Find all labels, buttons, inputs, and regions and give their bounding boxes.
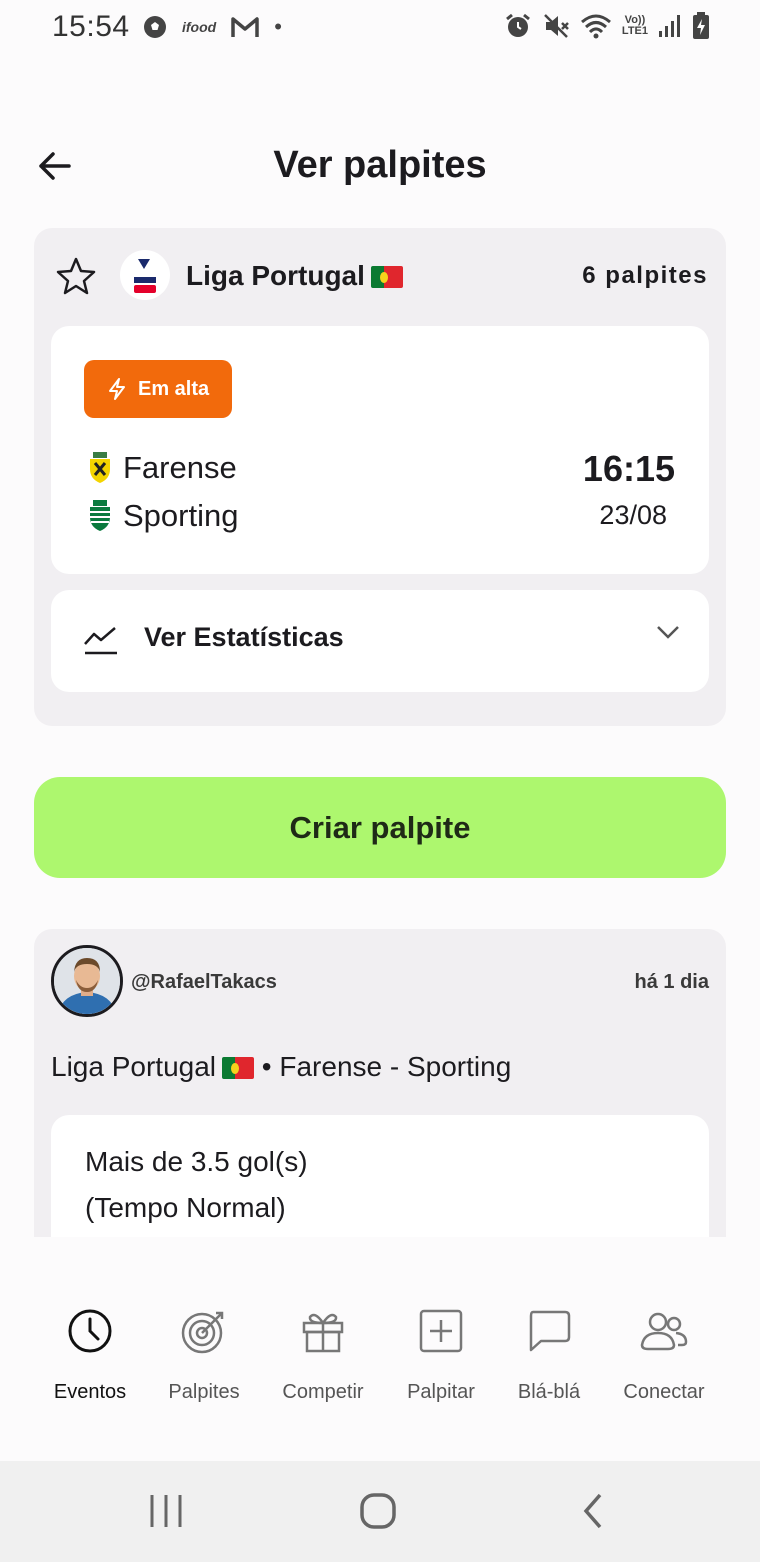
tip-card[interactable]: @RafaelTakacs há 1 dia Liga Portugal • F… bbox=[34, 929, 726, 1237]
users-icon bbox=[640, 1312, 688, 1351]
portugal-flag-icon bbox=[222, 1057, 254, 1079]
event-card: Liga Portugal 6 palpites Em alta Farense… bbox=[34, 228, 726, 726]
team-away-name: Sporting bbox=[123, 498, 239, 533]
nav-label: Competir bbox=[282, 1381, 364, 1403]
chat-bubble-icon bbox=[529, 1310, 571, 1352]
tip-match: Liga Portugal • Farense - Sporting bbox=[51, 1051, 511, 1083]
avatar[interactable] bbox=[51, 945, 123, 1017]
team-home: Farense bbox=[87, 450, 237, 486]
lightning-icon bbox=[109, 378, 125, 400]
stats-expander[interactable]: Ver Estatísticas bbox=[51, 590, 709, 692]
league-name: Liga Portugal bbox=[186, 260, 403, 292]
wifi-icon bbox=[580, 13, 612, 39]
match-date: 23/08 bbox=[599, 500, 667, 530]
match-card[interactable]: Em alta Farense Sporting 16:15 23/08 bbox=[51, 326, 709, 574]
badge-label: Em alta bbox=[138, 377, 210, 400]
page-title: Ver palpites bbox=[273, 144, 487, 186]
team-away: Sporting bbox=[87, 498, 238, 534]
tip-market-line2: (Tempo Normal) bbox=[85, 1192, 286, 1223]
plus-square-icon bbox=[419, 1309, 463, 1353]
farense-crest-icon bbox=[90, 452, 110, 483]
tip-time-ago: há 1 dia bbox=[634, 971, 709, 993]
top-app-bar: Ver palpites bbox=[0, 120, 760, 210]
recent-apps-icon[interactable] bbox=[146, 1491, 186, 1531]
nav-label: Conectar bbox=[623, 1381, 705, 1403]
tip-username[interactable]: @RafaelTakacs bbox=[131, 971, 277, 994]
status-right-icons: Vo)) LTE1 bbox=[504, 12, 710, 40]
nav-item-palpites[interactable]: Palpites bbox=[139, 1307, 269, 1404]
stats-label: Ver Estatísticas bbox=[144, 622, 344, 652]
lte-bottom-text: LTE1 bbox=[621, 25, 648, 37]
nav-item-eventos[interactable]: Eventos bbox=[25, 1307, 155, 1404]
nav-label: Eventos bbox=[53, 1381, 127, 1403]
league-row: Liga Portugal 6 palpites bbox=[34, 246, 726, 306]
system-navigation-bar bbox=[0, 1461, 760, 1562]
battery-icon bbox=[692, 12, 710, 40]
user-photo-icon bbox=[54, 948, 120, 1014]
alarm-icon bbox=[504, 12, 532, 40]
tip-league: Liga Portugal bbox=[51, 1051, 217, 1082]
clock-icon bbox=[68, 1309, 112, 1353]
tip-market-line1: Mais de 3.5 gol(s) bbox=[85, 1146, 308, 1177]
target-icon bbox=[181, 1311, 224, 1354]
bottom-navigation: Eventos Palpites Competir Palpitar Blá-b… bbox=[0, 1237, 760, 1461]
ifood-icon: ifood bbox=[182, 19, 217, 35]
nav-item-competir[interactable]: Competir bbox=[258, 1307, 388, 1404]
sporting-crest-icon bbox=[90, 500, 110, 531]
tip-market: Mais de 3.5 gol(s) (Tempo Normal) bbox=[85, 1139, 308, 1231]
home-icon[interactable] bbox=[358, 1491, 398, 1531]
gift-icon bbox=[302, 1313, 344, 1353]
nav-label: Palpitar bbox=[407, 1381, 475, 1403]
status-left-icons: ifood • bbox=[142, 14, 282, 40]
league-logo bbox=[120, 250, 170, 300]
soccer-ball-icon bbox=[142, 14, 168, 40]
chevron-down-icon bbox=[657, 626, 679, 639]
nav-item-conectar[interactable]: Conectar bbox=[599, 1307, 729, 1404]
status-time: 15:54 bbox=[52, 10, 130, 43]
create-tip-button[interactable]: Criar palpite bbox=[34, 777, 726, 878]
portugal-flag-icon bbox=[370, 266, 403, 288]
match-time: 16:15 bbox=[582, 448, 675, 489]
nav-label: Blá-blá bbox=[517, 1381, 581, 1403]
system-back-icon[interactable] bbox=[574, 1491, 614, 1531]
team-home-name: Farense bbox=[123, 450, 237, 485]
star-icon bbox=[56, 257, 96, 295]
status-bar: 15:54 ifood • Vo)) LTE1 bbox=[0, 0, 760, 56]
gmail-icon bbox=[230, 15, 260, 39]
nav-label: Palpites bbox=[168, 1381, 240, 1403]
league-name-text: Liga Portugal bbox=[186, 260, 365, 291]
palpites-count: 6 palpites bbox=[582, 262, 708, 289]
favorite-button[interactable] bbox=[56, 256, 96, 296]
dot-icon: • bbox=[274, 14, 282, 39]
lte-icon: Vo)) LTE1 bbox=[622, 15, 648, 37]
liga-portugal-logo-icon bbox=[134, 257, 156, 293]
trend-chart-icon bbox=[84, 627, 117, 655]
signal-icon bbox=[658, 13, 682, 39]
trending-badge: Em alta bbox=[84, 360, 232, 418]
mute-icon bbox=[542, 12, 570, 40]
tip-selection: Mais de 3.5 gol(s) (Tempo Normal) bbox=[51, 1115, 709, 1237]
nav-item-bla-bla[interactable]: Blá-blá bbox=[484, 1307, 614, 1404]
tip-fixture: • Farense - Sporting bbox=[261, 1051, 512, 1082]
